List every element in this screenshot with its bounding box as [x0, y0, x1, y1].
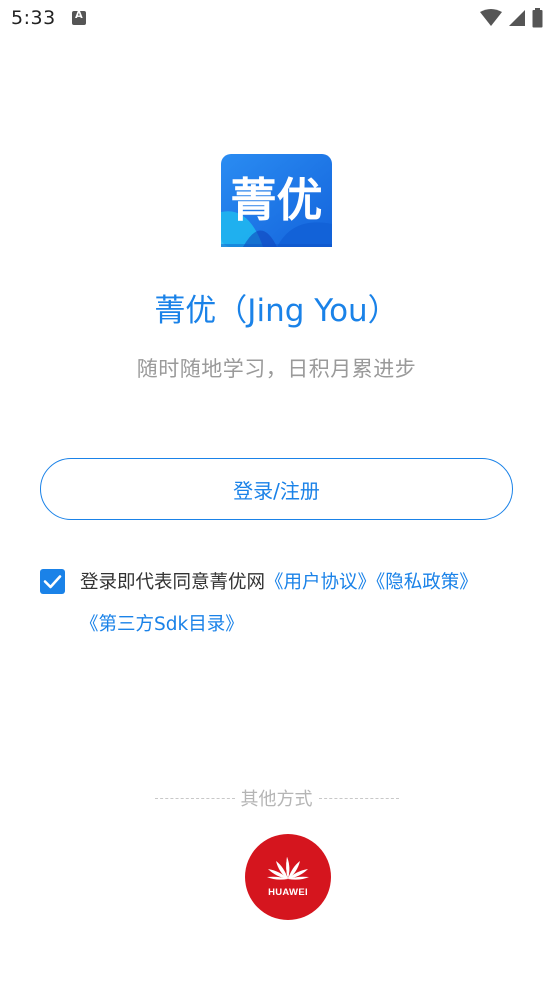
login-register-button[interactable]: 登录/注册: [40, 458, 513, 520]
agreement-checkbox[interactable]: [40, 569, 65, 594]
app-slogan: 随时随地学习，日积月累进步: [136, 357, 417, 381]
status-time: 5:33: [11, 7, 56, 29]
app-logo: 菁优: [221, 154, 332, 247]
huawei-logo-icon: [267, 857, 309, 880]
user-agreement-link[interactable]: 《用户协议》: [265, 572, 376, 593]
wifi-icon: [480, 9, 502, 26]
divider-left: [154, 797, 235, 799]
app-title: 菁优（Jing You）: [154, 293, 399, 329]
status-bar: 5:33: [0, 0, 553, 40]
logo-text: 菁优: [231, 173, 323, 227]
divider-right: [318, 797, 399, 799]
sdk-list-link[interactable]: 《第三方Sdk目录》: [80, 614, 244, 635]
login-screen: 5:33 A 菁优 菁优（Jing You） 随时随地学习，日积月累进步 登录/…: [0, 0, 553, 984]
notification-a-icon: [72, 10, 86, 25]
huawei-label: HUAWEI: [268, 887, 308, 898]
agreement-text: 登录即代表同意菁优网《用户协议》《隐私政策》《第三方Sdk目录》: [80, 562, 505, 646]
other-methods-divider: 其他方式: [0, 785, 553, 811]
checkmark-icon: [43, 575, 62, 589]
status-icons: [480, 8, 543, 28]
privacy-policy-link[interactable]: 《隐私政策》: [376, 572, 478, 593]
agreement-prefix: 登录即代表同意菁优网: [80, 572, 266, 593]
battery-icon: [532, 8, 543, 28]
cell-signal-icon: [509, 10, 525, 26]
other-methods-label: 其他方式: [240, 789, 313, 810]
huawei-login-button[interactable]: HUAWEI: [245, 834, 331, 920]
